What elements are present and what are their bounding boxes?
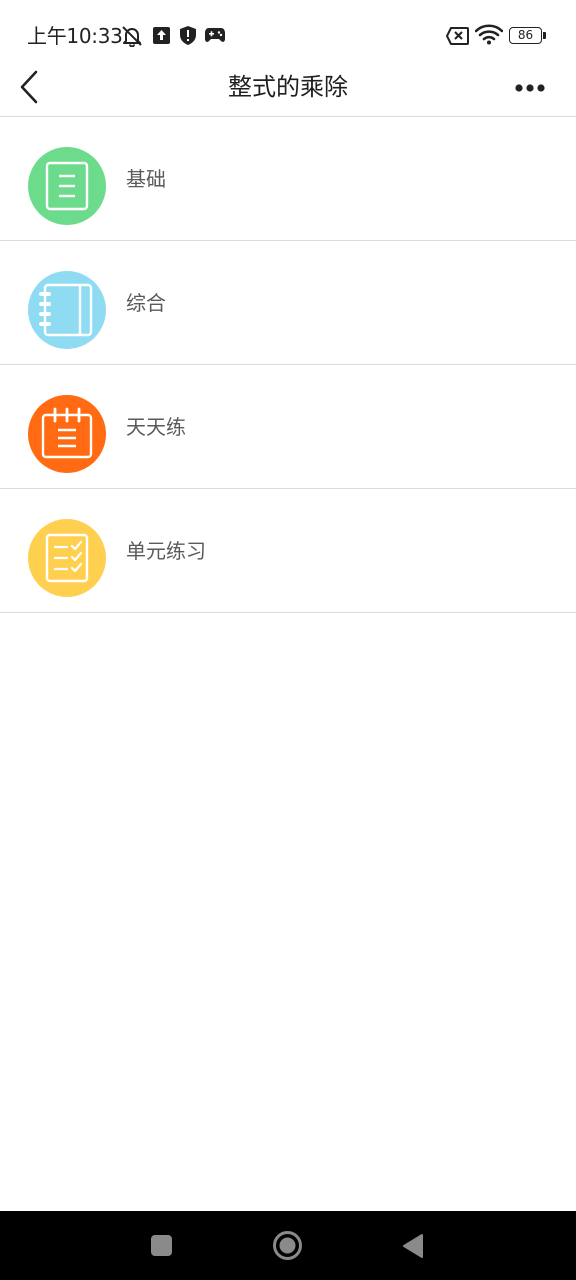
battery-level: 86 [517, 28, 534, 42]
home-button[interactable] [272, 1230, 303, 1261]
list-item-unit-exercise[interactable]: 单元练习 [0, 489, 576, 613]
more-icon [515, 84, 545, 92]
sim-error-icon [446, 27, 469, 45]
document-icon [45, 161, 89, 211]
page-title: 整式的乘除 [228, 73, 348, 101]
notebook-icon [39, 283, 93, 337]
item-label: 天天练 [126, 415, 186, 439]
shield-icon [180, 26, 196, 45]
status-time: 上午10:33 [27, 24, 123, 48]
back-nav-button[interactable] [401, 1233, 424, 1259]
list-item-basics[interactable]: 基础 [0, 117, 576, 241]
menu-list: 基础 综合 天天练 单元练习 [0, 117, 576, 613]
item-icon-circle [28, 271, 106, 349]
checklist-icon [45, 533, 89, 583]
upload-icon [153, 27, 170, 44]
battery-tip [543, 32, 546, 39]
system-nav-bar [0, 1211, 576, 1280]
gamepad-icon [205, 28, 225, 42]
bell-off-icon [122, 26, 142, 47]
item-label: 单元练习 [126, 539, 206, 563]
nav-bar: 整式的乘除 [0, 58, 576, 117]
item-icon-circle [28, 147, 106, 225]
battery-icon: 86 [509, 27, 542, 44]
wifi-icon [475, 24, 503, 45]
item-label: 综合 [126, 291, 166, 315]
item-label: 基础 [126, 167, 166, 191]
recents-button[interactable] [150, 1234, 173, 1257]
list-item-comprehensive[interactable]: 综合 [0, 241, 576, 365]
item-icon-circle [28, 519, 106, 597]
item-icon-circle [28, 395, 106, 473]
list-item-daily-practice[interactable]: 天天练 [0, 365, 576, 489]
more-button[interactable] [514, 78, 546, 98]
calendar-icon [41, 407, 93, 459]
